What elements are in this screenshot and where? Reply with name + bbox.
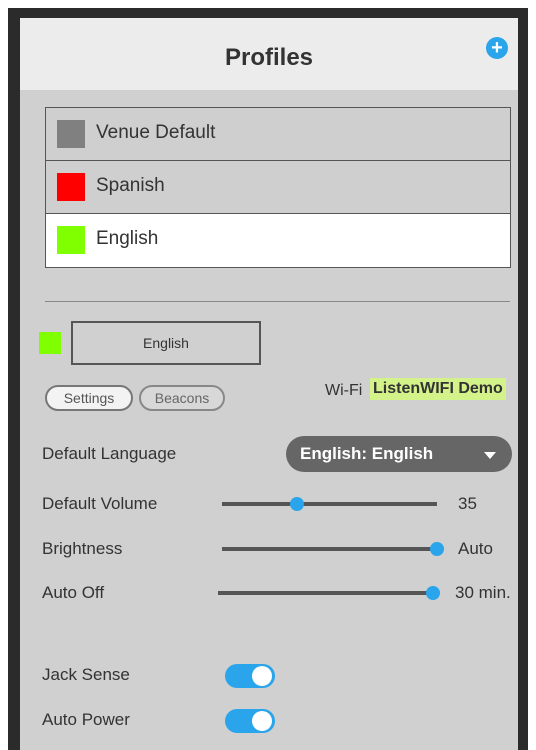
default-volume-value: 35 <box>458 494 477 513</box>
profile-item-spanish[interactable]: Spanish <box>46 161 510 214</box>
toggle-knob <box>252 666 272 686</box>
profile-item-english[interactable]: English <box>46 214 510 267</box>
profile-color-swatch <box>57 120 85 148</box>
default-language-value: English: English <box>300 444 434 463</box>
default-volume-label: Default Volume <box>42 494 158 513</box>
app-window: Profiles + Venue Default Spanish English… <box>0 0 536 750</box>
profile-name: English <box>96 228 159 249</box>
profiles-panel: Profiles + Venue Default Spanish English… <box>8 8 528 750</box>
brightness-slider[interactable] <box>222 542 444 556</box>
default-language-label: Default Language <box>42 444 177 463</box>
slider-thumb[interactable] <box>290 497 305 511</box>
page-title: Profiles <box>224 44 314 71</box>
auto-power-label: Auto Power <box>42 710 130 729</box>
profile-item-venue-default[interactable]: Venue Default <box>46 108 510 161</box>
slider-thumb[interactable] <box>430 542 444 556</box>
auto-off-label: Auto Off <box>42 583 105 602</box>
slider-thumb[interactable] <box>426 586 440 600</box>
wifi-network-name: ListenWIFI Demo <box>370 378 506 400</box>
default-volume-slider[interactable] <box>222 497 437 511</box>
jack-sense-toggle[interactable] <box>225 664 275 688</box>
brightness-value: Auto <box>458 539 493 558</box>
auto-off-slider[interactable] <box>218 586 440 600</box>
jack-sense-label: Jack Sense <box>42 665 130 684</box>
profile-list: Venue Default Spanish English <box>45 107 511 268</box>
profile-color-swatch <box>57 173 85 201</box>
auto-power-toggle[interactable] <box>225 709 275 733</box>
auto-off-value: 30 min. <box>455 583 511 602</box>
profile-name-field[interactable]: English <box>71 321 261 365</box>
toggle-knob <box>252 711 272 731</box>
profile-color-swatch <box>57 226 85 254</box>
caret-down-icon <box>484 452 496 459</box>
profile-name: Venue Default <box>96 122 216 143</box>
divider <box>45 301 510 302</box>
wifi-label: Wi-Fi <box>325 382 363 399</box>
brightness-label: Brightness <box>42 539 123 558</box>
header: Profiles + <box>20 18 518 90</box>
default-language-select[interactable]: English: English <box>286 436 512 472</box>
tab-beacons[interactable]: Beacons <box>139 385 225 411</box>
add-profile-icon[interactable]: + <box>486 37 508 59</box>
current-profile-color-swatch[interactable] <box>39 332 61 354</box>
tab-settings[interactable]: Settings <box>45 385 133 411</box>
profile-name: Spanish <box>96 175 165 196</box>
